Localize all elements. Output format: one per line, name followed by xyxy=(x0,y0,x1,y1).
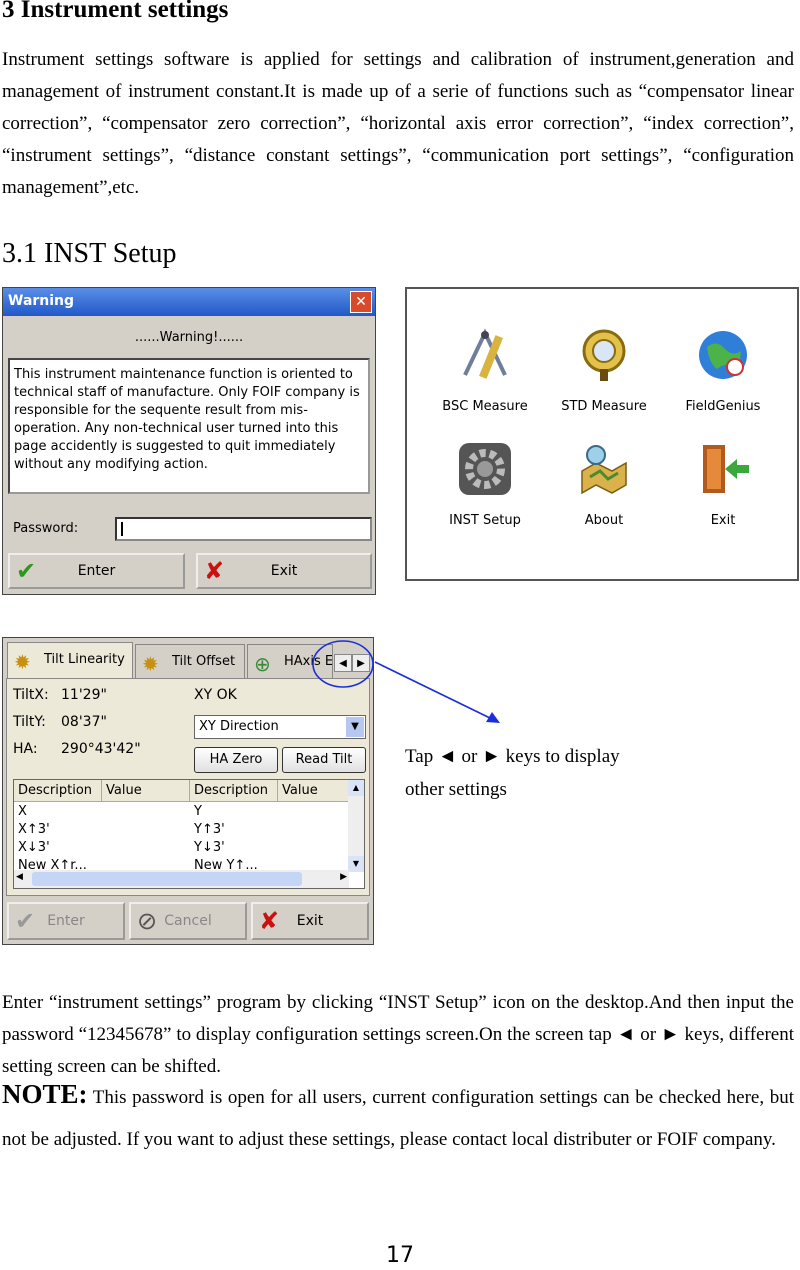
callout-line-2: other settings xyxy=(405,779,507,800)
callout-line-1: Tap ◄ or ► keys to display xyxy=(405,746,620,767)
note-text: This password is open for all users, cur… xyxy=(2,1087,794,1150)
note-label: NOTE: xyxy=(2,1079,88,1109)
callout-text: Tap ◄ or ► keys to display other setting… xyxy=(405,740,620,806)
body-paragraph: Enter “instrument settings” program by c… xyxy=(2,992,794,1077)
page-number: 17 xyxy=(386,1243,414,1268)
note-paragraph: NOTE: This password is open for all user… xyxy=(2,1073,794,1161)
